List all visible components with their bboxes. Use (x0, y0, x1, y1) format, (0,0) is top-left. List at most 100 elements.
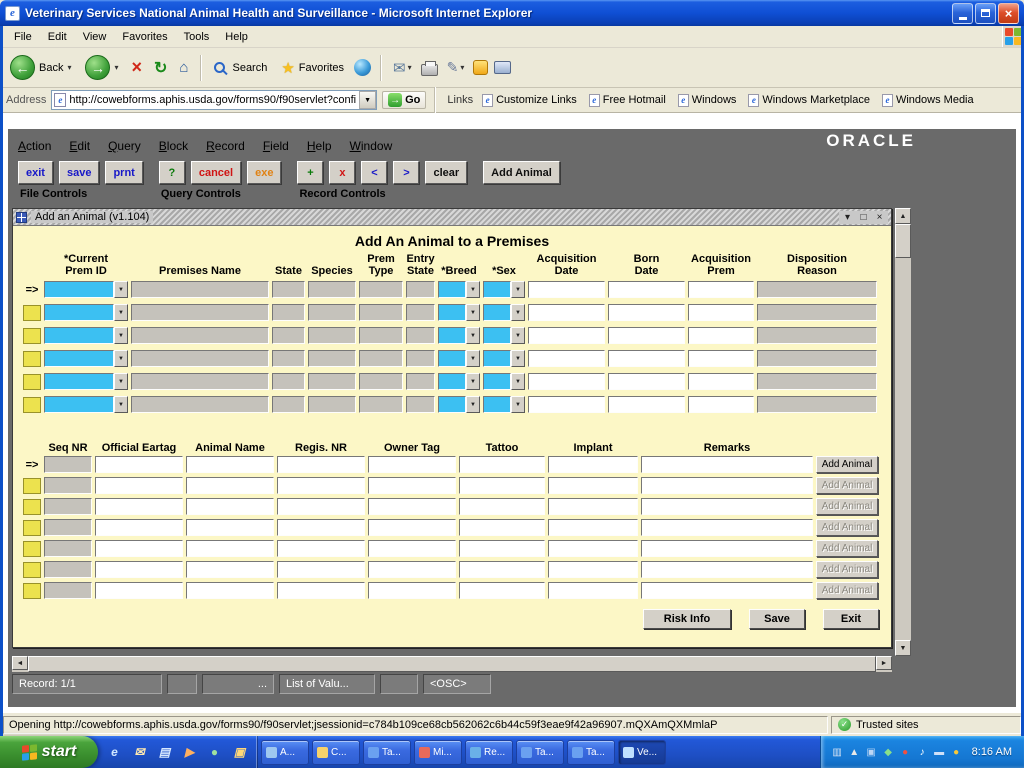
field-implant-input[interactable] (548, 561, 638, 578)
display-icon[interactable]: ▬ (933, 746, 946, 759)
field-acquisition-date-input[interactable] (528, 373, 605, 390)
task-button-2[interactable]: C... (312, 740, 360, 765)
task-button-7[interactable]: Ta... (567, 740, 615, 765)
field-tattoo-input[interactable] (459, 519, 545, 536)
forward-button[interactable]: → ▾ (81, 53, 122, 82)
mail-dropdown-icon[interactable]: ▾ (408, 63, 412, 72)
field-current-prem-id-input[interactable] (44, 373, 114, 390)
form-close-button[interactable]: × (873, 211, 886, 224)
field-breed-input[interactable] (438, 373, 466, 390)
field-acquisition-prem-input[interactable] (688, 327, 754, 344)
home-button[interactable]: ⌂ (176, 59, 191, 76)
breed-dropdown-button[interactable]: ▼ (466, 327, 480, 344)
field-official-eartag-input[interactable] (95, 498, 183, 515)
current-prem-id-dropdown-button[interactable]: ▼ (114, 350, 128, 367)
current-prem-id-dropdown-button[interactable]: ▼ (114, 304, 128, 321)
field-sex-input[interactable] (483, 304, 511, 321)
field-breed-input[interactable] (438, 350, 466, 367)
exit-button[interactable]: Exit (823, 609, 879, 629)
record-indicator[interactable] (23, 397, 41, 413)
sex-dropdown-button[interactable]: ▼ (511, 281, 525, 298)
mail-button[interactable]: ✉▾ (390, 59, 415, 77)
close-button[interactable]: × (998, 3, 1019, 24)
field-acquisition-prem-input[interactable] (688, 396, 754, 413)
current-prem-id-dropdown-button[interactable]: ▼ (114, 281, 128, 298)
oracle-menu-edit[interactable]: Edit (69, 139, 90, 153)
field-official-eartag-input[interactable] (95, 540, 183, 557)
menu-item-edit[interactable]: Edit (40, 29, 75, 45)
form-minimize-button[interactable]: ▾ (841, 211, 854, 224)
scroll-up-button[interactable]: ▲ (895, 208, 911, 224)
refresh-button[interactable]: ↻ (151, 58, 170, 78)
forward-dropdown-icon[interactable]: ▾ (114, 63, 118, 72)
field-owner-tag-input[interactable] (368, 540, 456, 557)
field-regis-nr-input[interactable] (277, 561, 365, 578)
msn-messenger-icon[interactable]: ● (206, 744, 223, 761)
menu-item-view[interactable]: View (75, 29, 115, 45)
field-sex-input[interactable] (483, 281, 511, 298)
field-tattoo-input[interactable] (459, 582, 545, 599)
discuss-button[interactable] (494, 61, 511, 74)
save-button[interactable]: Save (749, 609, 805, 629)
field-current-prem-id-input[interactable] (44, 396, 114, 413)
record-indicator[interactable] (23, 520, 41, 536)
field-current-prem-id-input[interactable] (44, 281, 114, 298)
edit-dropdown-icon[interactable]: ▾ (460, 63, 464, 72)
field-remarks-input[interactable] (641, 582, 813, 599)
field-animal-name-input[interactable] (186, 540, 274, 557)
exit-button[interactable]: exit (18, 161, 53, 184)
link-windows[interactable]: eWindows (678, 94, 737, 107)
field-sex-input[interactable] (483, 327, 511, 344)
show-desktop-icon[interactable]: ▤ (156, 744, 173, 761)
link-free-hotmail[interactable]: eFree Hotmail (589, 94, 666, 107)
task-button-5[interactable]: Re... (465, 740, 513, 765)
field-animal-name-input[interactable] (186, 477, 274, 494)
record-indicator[interactable] (23, 305, 41, 321)
field-official-eartag-input[interactable] (95, 519, 183, 536)
field-regis-nr-input[interactable] (277, 477, 365, 494)
start-button[interactable]: start (0, 736, 98, 768)
record-indicator[interactable] (23, 351, 41, 367)
media-button[interactable] (354, 59, 371, 76)
field-breed-input[interactable] (438, 304, 466, 321)
row-add-animal-button[interactable]: Add Animal (816, 456, 878, 473)
field-born-date-input[interactable] (608, 350, 685, 367)
field-animal-name-input[interactable] (186, 519, 274, 536)
add-animal-button[interactable]: Add Animal (483, 161, 560, 184)
risk-info-button[interactable]: Risk Info (643, 609, 731, 629)
field-owner-tag-input[interactable] (368, 519, 456, 536)
task-button-1[interactable]: A... (261, 740, 309, 765)
sex-dropdown-button[interactable]: ▼ (511, 304, 525, 321)
messenger-button[interactable] (473, 60, 488, 75)
antivirus-icon[interactable]: ▲ (848, 746, 861, 759)
menu-item-help[interactable]: Help (217, 29, 256, 45)
next-record-button[interactable]: > (393, 161, 419, 184)
oracle-menu-window[interactable]: Window (350, 139, 393, 153)
record-indicator[interactable]: => (23, 282, 41, 298)
field-regis-nr-input[interactable] (277, 498, 365, 515)
previous-record-button[interactable]: < (361, 161, 387, 184)
field-implant-input[interactable] (548, 519, 638, 536)
field-current-prem-id-input[interactable] (44, 327, 114, 344)
field-owner-tag-input[interactable] (368, 477, 456, 494)
field-sex-input[interactable] (483, 396, 511, 413)
field-current-prem-id-input[interactable] (44, 304, 114, 321)
volume-icon[interactable]: ♪ (916, 746, 929, 759)
field-official-eartag-input[interactable] (95, 477, 183, 494)
breed-dropdown-button[interactable]: ▼ (466, 304, 480, 321)
field-implant-input[interactable] (548, 477, 638, 494)
field-acquisition-prem-input[interactable] (688, 281, 754, 298)
field-official-eartag-input[interactable] (95, 582, 183, 599)
oracle-menu-field[interactable]: Field (263, 139, 289, 153)
security-alert-icon[interactable]: ● (899, 746, 912, 759)
save-button[interactable]: save (59, 161, 99, 184)
field-animal-name-input[interactable] (186, 498, 274, 515)
address-input[interactable]: e http://cowebforms.aphis.usda.gov/forms… (51, 90, 377, 110)
internet-explorer-icon[interactable]: e (106, 744, 123, 761)
field-acquisition-date-input[interactable] (528, 396, 605, 413)
menu-item-favorites[interactable]: Favorites (114, 29, 175, 45)
field-acquisition-prem-input[interactable] (688, 373, 754, 390)
field-implant-input[interactable] (548, 582, 638, 599)
field-official-eartag-input[interactable] (95, 561, 183, 578)
print-button[interactable]: prnt (105, 161, 142, 184)
